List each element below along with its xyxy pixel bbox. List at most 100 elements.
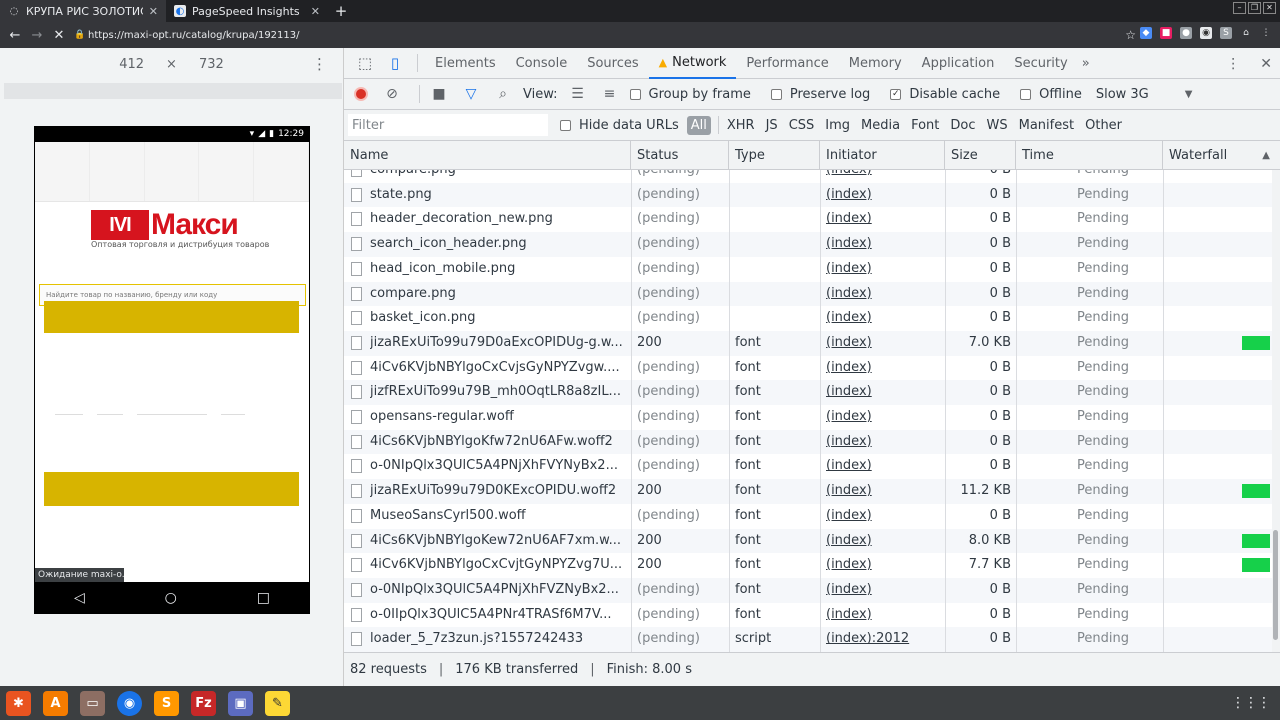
app-store-icon[interactable]: A — [43, 690, 68, 716]
site-nav-cell[interactable] — [254, 142, 309, 201]
inspect-element-icon[interactable]: ⬚ — [350, 48, 380, 79]
home-circle-icon[interactable]: ○ — [165, 590, 177, 606]
group-by-frame-checkbox[interactable] — [629, 88, 641, 100]
cell-initiator[interactable]: (index) — [826, 529, 941, 554]
cell-initiator[interactable]: (index) — [826, 356, 941, 381]
record-button[interactable] — [354, 87, 368, 101]
screenshot-camera-icon[interactable]: ■ — [427, 86, 451, 102]
column-header-size[interactable]: Size — [945, 141, 1016, 170]
cell-initiator[interactable]: (index) — [826, 454, 941, 479]
filter-type-js[interactable]: JS — [762, 116, 782, 135]
new-tab-button[interactable]: + — [332, 2, 350, 20]
browser-tab-pagespeed[interactable]: ◐ PageSpeed Insights ✕ — [166, 0, 328, 22]
device-width[interactable]: 412 — [119, 57, 144, 72]
table-row[interactable]: compare.png (pending) (index) 0 B Pending — [344, 170, 1272, 183]
site-nav-cell[interactable] — [145, 142, 200, 201]
extension-icon[interactable]: ■ — [1160, 27, 1172, 39]
cell-initiator[interactable]: (index) — [826, 479, 941, 504]
tab-security[interactable]: Security — [1004, 48, 1077, 79]
clear-icon[interactable]: ⊘ — [380, 86, 404, 102]
back-arrow-icon[interactable]: ← — [4, 24, 26, 46]
recents-square-icon[interactable]: □ — [257, 590, 270, 606]
device-height[interactable]: 732 — [199, 57, 224, 72]
cell-initiator[interactable]: (index) — [826, 603, 941, 628]
cell-initiator[interactable]: (index) — [826, 170, 941, 183]
table-row[interactable]: head_icon_mobile.png (pending) (index) 0 B P… — [344, 257, 1272, 282]
site-logo[interactable]: IVI Макси — [91, 210, 253, 240]
site-yellow-banner[interactable] — [44, 472, 299, 506]
extension-icon[interactable]: S — [1220, 27, 1232, 39]
table-row[interactable]: basket_icon.png (pending) (index) 0 B Pendin… — [344, 306, 1272, 331]
filter-type-doc[interactable]: Doc — [946, 116, 979, 135]
restore-icon[interactable]: ❐ — [1248, 2, 1261, 14]
site-yellow-banner[interactable] — [44, 301, 299, 333]
column-header-status[interactable]: Status — [631, 141, 729, 170]
site-nav-cell[interactable] — [90, 142, 145, 201]
filter-type-all[interactable]: All — [686, 115, 711, 135]
filter-type-other[interactable]: Other — [1081, 116, 1126, 135]
cell-initiator[interactable]: (index) — [826, 578, 941, 603]
filter-type-font[interactable]: Font — [907, 116, 943, 135]
filter-input[interactable] — [348, 114, 548, 136]
table-row[interactable]: 4iCv6KVjbNBYlgoCxCvjtGyNPYZvg7U... 200 fon… — [344, 553, 1272, 578]
tab-network[interactable]: ▲ Network — [648, 48, 737, 79]
filter-type-css[interactable]: CSS — [785, 116, 819, 135]
cell-initiator[interactable]: (index) — [826, 207, 941, 232]
tab-performance[interactable]: Performance — [736, 48, 838, 79]
cell-initiator[interactable]: (index) — [826, 306, 941, 331]
virtualbox-icon[interactable]: ▣ — [228, 690, 253, 716]
menu-kebab-icon[interactable]: ⋮ — [1260, 27, 1272, 39]
preserve-log-checkbox[interactable] — [770, 88, 782, 100]
scrollbar-thumb[interactable] — [1273, 530, 1278, 640]
tab-memory[interactable]: Memory — [839, 48, 912, 79]
browser-tab-active[interactable]: ◌ КРУПА РИС ЗОЛОТИСТЫ ✕ — [0, 0, 166, 22]
close-devtools-icon[interactable]: ✕ — [1260, 56, 1272, 72]
table-row[interactable]: 4iCs6KVjbNBYlgoKew72nU6AF7xm.w... 200 font… — [344, 528, 1272, 554]
device-toggle-icon[interactable]: ▯ — [380, 48, 410, 79]
column-header-name[interactable]: Name — [344, 141, 631, 170]
more-tabs-chevron-icon[interactable]: » — [1078, 48, 1094, 79]
hide-data-urls-checkbox[interactable] — [560, 119, 571, 131]
tab-sources[interactable]: Sources — [577, 48, 648, 79]
filter-type-media[interactable]: Media — [857, 116, 904, 135]
cell-initiator[interactable]: (index) — [826, 257, 941, 282]
cell-initiator[interactable]: (index) — [826, 504, 941, 529]
column-header-waterfall[interactable]: Waterfall ▲ — [1163, 141, 1280, 170]
table-row[interactable]: 4iCv6KVjbNBYlgoCxCvjsGyNPYZvgw.... (pendi… — [344, 356, 1272, 381]
column-header-time[interactable]: Time — [1016, 141, 1163, 170]
tab-console[interactable]: Console — [506, 48, 578, 79]
table-row[interactable]: opensans-regular.woff (pending) font (index… — [344, 405, 1272, 430]
table-row[interactable]: jizaRExUiTo99u79D0aExcOPIDUg-g.w... 200 fo… — [344, 330, 1272, 356]
cell-initiator[interactable]: (index) — [826, 282, 941, 307]
table-row[interactable]: MuseoSansCyrl500.woff (pending) font (index… — [344, 504, 1272, 529]
cell-initiator[interactable]: (index) — [826, 380, 941, 405]
table-row[interactable]: header_decoration_new.png (pending) (index… — [344, 207, 1272, 232]
table-row[interactable]: 4iCs6KVjbNBYlgoKfw72nU6AFw.woff2 (pending… — [344, 429, 1272, 455]
filter-type-ws[interactable]: WS — [983, 116, 1012, 135]
column-header-initiator[interactable]: Initiator — [820, 141, 945, 170]
table-row[interactable]: o-0IIpQlx3QUlC5A4PNr4TRASf6M7V... (pendin… — [344, 603, 1272, 628]
overview-icon[interactable]: ≡ — [598, 86, 622, 102]
back-triangle-icon[interactable]: ◁ — [74, 590, 85, 606]
table-row[interactable]: compare.png (pending) (index) 0 B Pending — [344, 281, 1272, 307]
table-row[interactable]: jizfRExUiTo99u79B_mh0OqtLR8a8zIL... (pend… — [344, 380, 1272, 405]
file-manager-icon[interactable]: ▭ — [80, 690, 105, 716]
forward-arrow-icon[interactable]: → — [26, 24, 48, 46]
text-editor-icon[interactable]: ✎ — [265, 690, 290, 716]
filter-type-img[interactable]: Img — [821, 116, 854, 135]
table-row[interactable]: search_icon_header.png (pending) (index) 0 … — [344, 232, 1272, 257]
devtools-menu-kebab-icon[interactable]: ⋮ — [1226, 56, 1240, 72]
tab-application[interactable]: Application — [912, 48, 1005, 79]
throttling-select[interactable]: Slow 3G ▼ — [1096, 87, 1193, 102]
disable-cache-checkbox[interactable]: ✓ — [890, 88, 902, 100]
cell-initiator[interactable]: (index) — [826, 232, 941, 257]
extension-icon[interactable]: ◆ — [1140, 27, 1152, 39]
cell-initiator[interactable]: (index) — [826, 553, 941, 578]
stop-loading-icon[interactable]: ✕ — [48, 24, 70, 46]
tab-elements[interactable]: Elements — [425, 48, 506, 79]
large-rows-icon[interactable]: ☰ — [566, 86, 590, 102]
offline-checkbox[interactable] — [1020, 88, 1032, 100]
cell-initiator[interactable]: (index) — [826, 331, 941, 356]
table-row[interactable]: loader_5_7z3zun.js?1557242433 (pending) sc… — [344, 627, 1272, 652]
close-window-icon[interactable]: ✕ — [1263, 2, 1276, 14]
